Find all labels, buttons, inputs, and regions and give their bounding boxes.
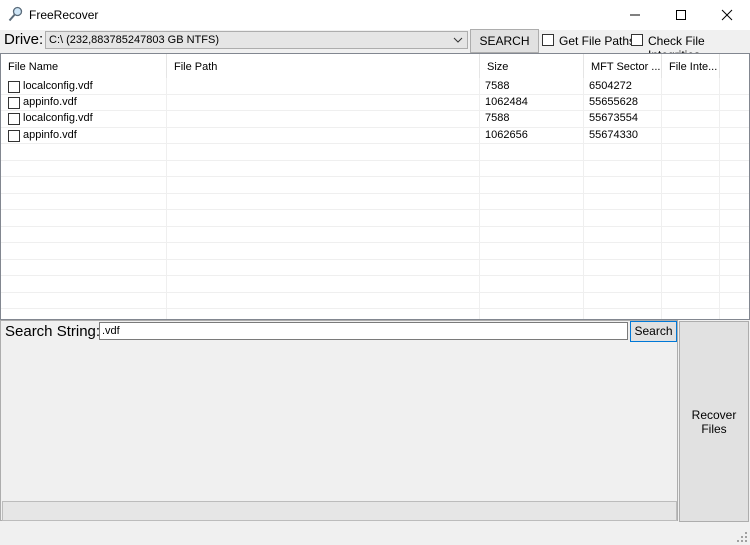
column-header-file-path[interactable]: File Path bbox=[167, 54, 480, 78]
file-list-header: File Name File Path Size MFT Sector ... … bbox=[1, 54, 749, 78]
column-header-size[interactable]: Size bbox=[480, 54, 584, 78]
recover-files-button[interactable]: Recover Files bbox=[679, 321, 749, 522]
row-checkbox[interactable] bbox=[8, 97, 20, 109]
minimize-icon bbox=[630, 14, 640, 16]
chevron-down-icon bbox=[453, 37, 463, 43]
maximize-button[interactable] bbox=[658, 0, 704, 30]
close-icon bbox=[721, 9, 733, 21]
search-button[interactable]: Search bbox=[630, 321, 677, 342]
minimize-button[interactable] bbox=[612, 0, 658, 30]
progress-bar bbox=[2, 501, 677, 521]
row-checkbox[interactable] bbox=[8, 113, 20, 125]
grid-line bbox=[1, 226, 749, 227]
table-row[interactable]: localconfig.vdf 7588 55673554 bbox=[1, 111, 749, 127]
column-header-file-integrity[interactable]: File Inte... bbox=[662, 54, 720, 78]
grid-line bbox=[1, 209, 749, 210]
recover-label-line1: Recover bbox=[691, 407, 737, 422]
recover-files-label: Recover Files bbox=[692, 408, 737, 436]
title-bar: FreeRecover bbox=[0, 0, 750, 30]
cell-size: 1062656 bbox=[485, 129, 528, 141]
grid-line bbox=[1, 275, 749, 276]
cell-file-name: appinfo.vdf bbox=[23, 96, 77, 108]
cell-size: 1062484 bbox=[485, 96, 528, 108]
cell-mft-sector: 55674330 bbox=[589, 129, 638, 141]
cell-file-name: localconfig.vdf bbox=[23, 112, 93, 124]
resize-grip-icon[interactable] bbox=[736, 531, 748, 543]
column-header-file-name[interactable]: File Name bbox=[1, 54, 167, 78]
cell-file-name: appinfo.vdf bbox=[23, 129, 77, 141]
drive-label: Drive: bbox=[4, 31, 44, 48]
close-button[interactable] bbox=[704, 0, 750, 30]
check-integrities-checkbox[interactable] bbox=[631, 34, 643, 46]
drive-select[interactable]: C:\ (232,883785247803 GB NTFS) bbox=[45, 31, 468, 49]
main-window: FreeRecover Drive: C:\ (232,883785247803… bbox=[0, 0, 750, 545]
grid-line bbox=[1, 193, 749, 194]
search-panel: Search String: .vdf Search bbox=[0, 320, 678, 521]
cell-file-name: localconfig.vdf bbox=[23, 80, 93, 92]
grid-line bbox=[1, 292, 749, 293]
row-checkbox[interactable] bbox=[8, 130, 20, 142]
grid-line bbox=[1, 259, 749, 260]
drive-search-button[interactable]: SEARCH bbox=[470, 29, 539, 53]
magnifier-icon bbox=[8, 6, 23, 22]
status-bar bbox=[0, 523, 750, 545]
table-row[interactable]: localconfig.vdf 7588 6504272 bbox=[1, 79, 749, 95]
get-file-paths-checkbox[interactable] bbox=[542, 34, 554, 46]
grid-line bbox=[1, 308, 749, 309]
maximize-icon bbox=[676, 10, 686, 20]
cell-size: 7588 bbox=[485, 112, 510, 124]
cell-mft-sector: 55655628 bbox=[589, 96, 638, 108]
search-string-label: Search String: bbox=[5, 323, 101, 340]
row-checkbox[interactable] bbox=[8, 81, 20, 93]
table-row[interactable]: appinfo.vdf 1062656 55674330 bbox=[1, 128, 749, 144]
drive-select-value: C:\ (232,883785247803 GB NTFS) bbox=[49, 34, 219, 46]
grid-line bbox=[1, 160, 749, 161]
search-string-input[interactable]: .vdf bbox=[99, 322, 628, 340]
recover-label-line2: Files bbox=[701, 421, 727, 436]
cell-mft-sector: 55673554 bbox=[589, 112, 638, 124]
column-header-mft-sector[interactable]: MFT Sector ... bbox=[584, 54, 662, 78]
file-list[interactable]: File Name File Path Size MFT Sector ... … bbox=[0, 53, 750, 320]
grid-line bbox=[1, 176, 749, 177]
cell-size: 7588 bbox=[485, 80, 510, 92]
get-file-paths-label: Get File Paths bbox=[559, 34, 636, 48]
window-title: FreeRecover bbox=[29, 8, 99, 22]
table-row[interactable]: appinfo.vdf 1062484 55655628 bbox=[1, 95, 749, 111]
cell-mft-sector: 6504272 bbox=[589, 80, 632, 92]
grid-line bbox=[1, 242, 749, 243]
